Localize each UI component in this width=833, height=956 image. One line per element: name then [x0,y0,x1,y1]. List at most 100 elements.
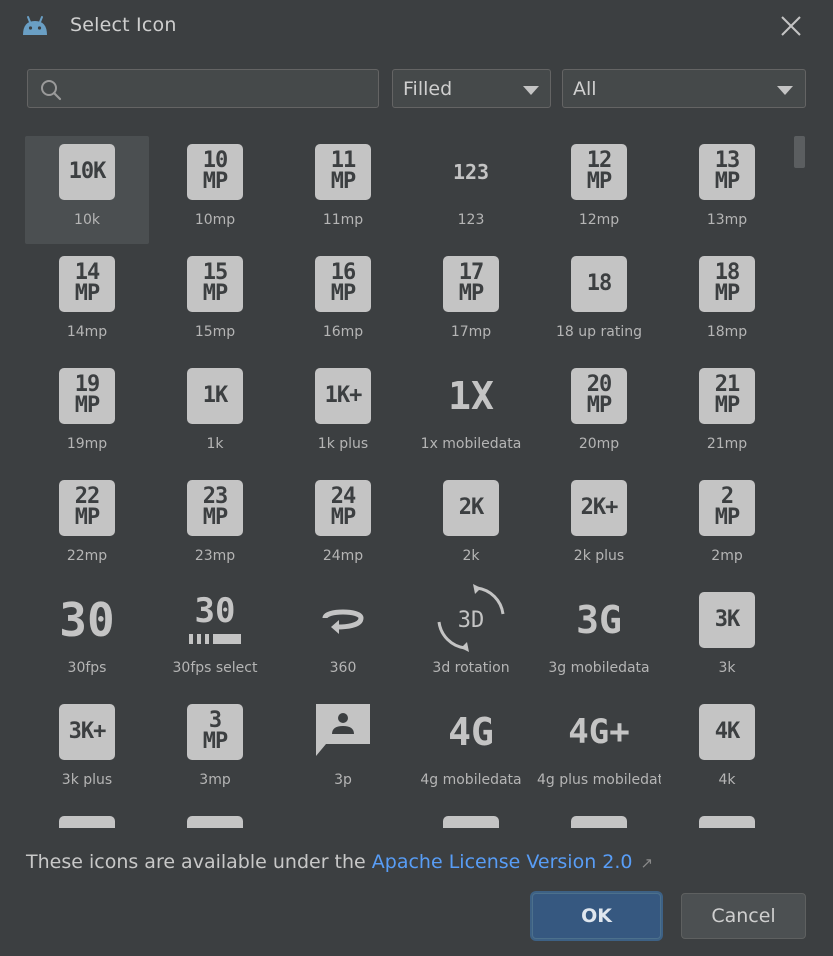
icon-cell-3k[interactable]: 3K 3k [665,584,789,692]
icon-tile-partial [443,816,499,828]
icon-cell-15mp[interactable]: 15 MP 15mp [153,248,277,356]
icon-cell-23mp[interactable]: 23 MP 23mp [153,472,277,580]
icon-tile: 3K [699,592,755,648]
30fps-icon: 30 [59,592,115,648]
icon-cell-label: 4g plus mobiledata [537,772,661,788]
icon-tile-line2: MP [74,393,100,418]
icon-cell-label: 3g mobiledata [548,660,650,676]
search-input[interactable] [68,73,372,106]
icon-tile: 22 MP [59,480,115,536]
cancel-button[interactable]: Cancel [681,893,806,939]
2mp-icon: 2 MP [699,480,755,536]
4g-mobiledata-icon: 4G [443,704,499,760]
icon-tile-line2: MP [714,505,740,530]
search-icon [41,80,62,101]
icon-tile-partial [699,816,755,828]
icon-tile: 15 MP [187,256,243,312]
icon-cell-22mp[interactable]: 22 MP 22mp [25,472,149,580]
icon-cell-label: 3p [334,772,352,788]
icon-cell-4g-mobiledata[interactable]: 4G 4g mobiledata [409,696,533,804]
icon-cell-21mp[interactable]: 21 MP 21mp [665,360,789,468]
icon-cell-2k-plus[interactable]: 2K+ 2k plus [537,472,661,580]
icon-cell-20mp[interactable]: 20 MP 20mp [537,360,661,468]
icon-cell-13mp[interactable]: 13 MP 13mp [665,136,789,244]
icon-tile-line2: MP [202,169,228,194]
icon-cell-label: 2mp [711,548,743,564]
close-icon[interactable] [778,13,804,39]
icon-cell-10k[interactable]: 10K 10k [25,136,149,244]
icon-cell-30fps[interactable]: 30 30fps [25,584,149,692]
icon-cell-3g-mobiledata[interactable]: 3G 3g mobiledata [537,584,661,692]
10mp-icon: 10 MP [187,144,243,200]
icon-cell-label: 1k plus [317,436,369,452]
icon-tile-line2: MP [458,281,484,306]
icon-tile: 10 MP [187,144,243,200]
icon-tile: 13 MP [699,144,755,200]
icon-cell-4k[interactable]: 4K 4k [665,696,789,804]
icon-tile: 1K [187,368,243,424]
scroll-thumb[interactable] [794,136,805,168]
ok-button[interactable]: OK [532,893,661,939]
icon-cell-4g-plus-mobiledata[interactable]: 4G+ 4g plus mobiledata [537,696,661,804]
icon-cell-label: 2k plus [573,548,625,564]
icon-cell-11mp[interactable]: 11 MP 11mp [281,136,405,244]
title-bar: Select Icon [0,0,833,52]
icon-tile-line1: 2K+ [580,494,619,520]
icon-cell-label: 360 [329,660,357,676]
icon-cell-label: 10mp [194,212,236,228]
3k-icon: 3K [699,592,755,648]
icon-cell-30fps-select[interactable]: 30 30fps select [153,584,277,692]
10k-icon: 10K [59,144,115,200]
dialog-title: Select Icon [70,14,177,36]
icon-cell-label: 3d rotation [432,660,510,676]
icon-cell-18mp[interactable]: 18 MP 18mp [665,248,789,356]
icon-tile: 2 MP [699,480,755,536]
scrollbar[interactable] [792,134,807,828]
icon-cell-2mp[interactable]: 2 MP 2mp [665,472,789,580]
search-field[interactable] [27,69,379,108]
icon-tile-line2: MP [714,281,740,306]
icon-cell-17mp[interactable]: 17 MP 17mp [409,248,533,356]
icon-cell-19mp[interactable]: 19 MP 19mp [25,360,149,468]
icon-cell-3k-plus[interactable]: 3K+ 3k plus [25,696,149,804]
icon-cell-label: 15mp [194,324,236,340]
icon-cell-label: 17mp [450,324,492,340]
icon-cell-1k[interactable]: 1K 1k [153,360,277,468]
icon-cell-3mp[interactable]: 3 MP 3mp [153,696,277,804]
icon-tile-partial [59,816,115,828]
icon-tile-line1: 18 [586,270,612,296]
icon-cell-24mp[interactable]: 24 MP 24mp [281,472,405,580]
icon-cell-12mp[interactable]: 12 MP 12mp [537,136,661,244]
icon-cell-14mp[interactable]: 14 MP 14mp [25,248,149,356]
icon-tile: 3K+ [59,704,115,760]
icon-tile: 2K+ [571,480,627,536]
icon-cell-16mp[interactable]: 16 MP 16mp [281,248,405,356]
icon-cell-10mp[interactable]: 10 MP 10mp [153,136,277,244]
icon-cell-123[interactable]: 123 123 [409,136,533,244]
icon-tile-line1: 1K+ [324,382,363,408]
icon-cell-1x-mobiledata[interactable]: 1X 1x mobiledata [409,360,533,468]
icon-cell-1k-plus[interactable]: 1K+ 1k plus [281,360,405,468]
style-dropdown[interactable]: Filled [392,69,551,108]
icon-tile: 23 MP [187,480,243,536]
icon-cell-3p[interactable]: 3p [281,696,405,804]
icon-cell-3d-rotation[interactable]: 3D 3d rotation [409,584,533,692]
license-notice: These icons are available under the Apac… [26,851,653,873]
icon-tile: 11 MP [315,144,371,200]
icon-cell-360[interactable]: 360 [281,584,405,692]
icon-glyph-text: 3D [457,607,485,633]
icon-cell-2k[interactable]: 2K 2k [409,472,533,580]
18-up-rating-icon: 18 [571,256,627,312]
rotate-360-glyph [322,609,364,634]
3g-mobiledata-icon: 3G [571,592,627,648]
icon-tile: 4K [699,704,755,760]
icon-cell-label: 3k plus [61,772,113,788]
category-dropdown[interactable]: All [562,69,806,108]
icon-tile-line1: 4K [714,718,740,744]
icon-cell-18-up-rating[interactable]: 18 18 up rating [537,248,661,356]
icon-tile-line2: MP [330,505,356,530]
icon-tile-partial [187,816,243,828]
icon-cell-label: 24mp [322,548,364,564]
icon-tile: 18 [571,256,627,312]
license-link[interactable]: Apache License Version 2.0 [372,851,633,873]
